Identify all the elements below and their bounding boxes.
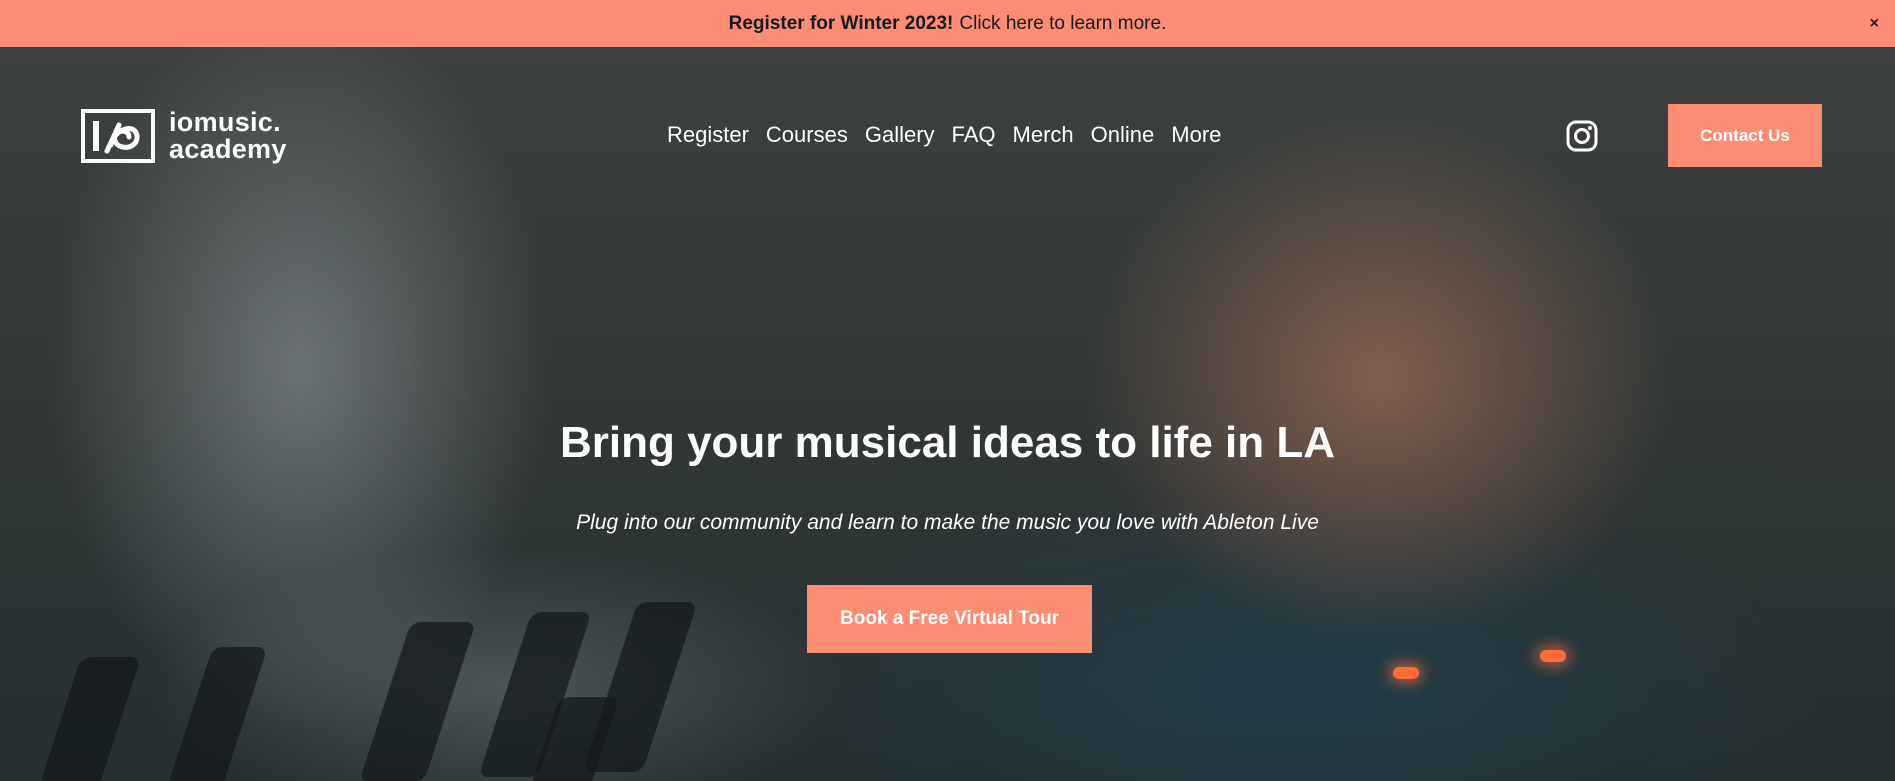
contact-us-button[interactable]: Contact Us bbox=[1668, 104, 1822, 167]
announcement-bar[interactable]: Register for Winter 2023! Click here to … bbox=[0, 0, 1895, 47]
site-logo[interactable]: iomusic. academy bbox=[81, 109, 287, 163]
logo-wordmark: iomusic. academy bbox=[169, 109, 287, 163]
hero-headline: Bring your musical ideas to life in LA bbox=[559, 418, 1336, 467]
announcement-link-text[interactable]: Click here to learn more. bbox=[959, 13, 1166, 35]
nav-online[interactable]: Online bbox=[1091, 122, 1155, 148]
close-icon[interactable]: × bbox=[1870, 15, 1879, 33]
io-logo-glyph bbox=[93, 121, 140, 154]
logo-line-2: academy bbox=[169, 134, 287, 164]
nav-more[interactable]: More bbox=[1171, 122, 1221, 148]
nav-courses[interactable]: Courses bbox=[766, 122, 848, 148]
logo-line-1: iomusic. bbox=[169, 107, 281, 137]
nav-faq[interactable]: FAQ bbox=[952, 122, 996, 148]
indicator-light bbox=[1540, 650, 1566, 662]
io-logo-icon bbox=[81, 109, 155, 163]
instagram-icon[interactable] bbox=[1566, 120, 1598, 152]
nav-gallery[interactable]: Gallery bbox=[865, 122, 935, 148]
indicator-light bbox=[1393, 667, 1419, 679]
hero-subheadline: Plug into our community and learn to mak… bbox=[576, 511, 1319, 534]
announcement-strong-text[interactable]: Register for Winter 2023! bbox=[729, 13, 954, 35]
instagram-glyph bbox=[1566, 120, 1598, 152]
nav-register[interactable]: Register bbox=[667, 122, 749, 148]
book-tour-button[interactable]: Book a Free Virtual Tour bbox=[807, 585, 1092, 653]
nav-merch[interactable]: Merch bbox=[1013, 122, 1074, 148]
main-nav: Register Courses Gallery FAQ Merch Onlin… bbox=[667, 122, 1221, 148]
